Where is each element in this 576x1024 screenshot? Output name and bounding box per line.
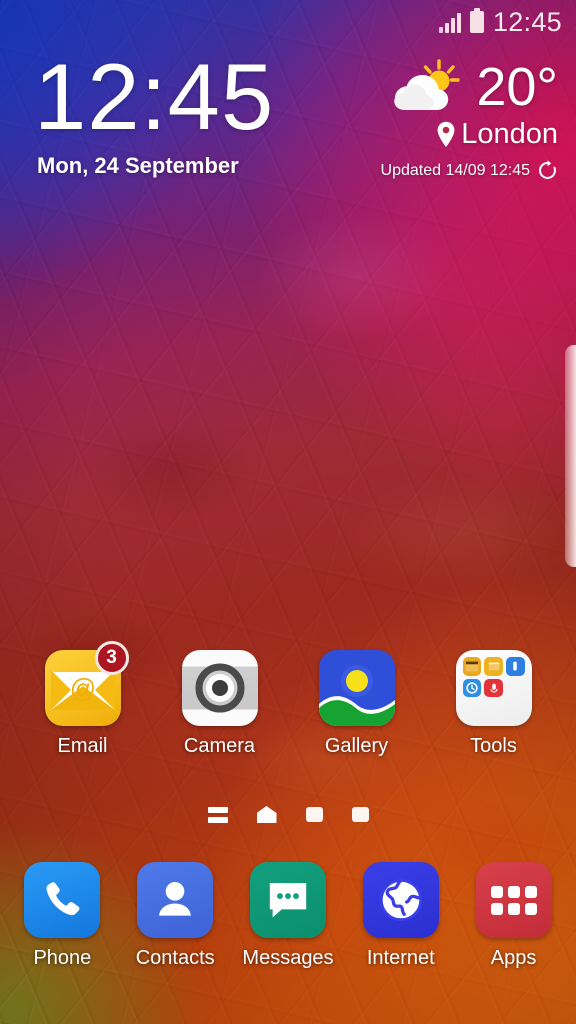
apps-grid-icon [475, 862, 552, 938]
battery-icon [469, 8, 484, 33]
voice-recorder-mini-icon [484, 678, 503, 698]
speech-bubble-icon [249, 862, 326, 938]
person-icon [137, 862, 214, 938]
page-indicator-4[interactable] [351, 807, 369, 822]
svg-text:@: @ [69, 673, 95, 703]
home-page-indicator[interactable] [256, 806, 277, 823]
dock-app-internet[interactable]: Internet [349, 862, 453, 970]
dock-label-contacts: Contacts [135, 947, 215, 969]
status-bar-clock: 12:45 [492, 6, 562, 37]
refresh-icon[interactable] [537, 160, 558, 181]
clock-widget[interactable]: 12:45 Mon, 24 September [34, 44, 275, 179]
page-indicators [0, 806, 576, 823]
email-unread-badge: 3 [94, 641, 129, 675]
briefing-page-indicator[interactable] [207, 806, 228, 823]
signal-bars-icon [438, 11, 461, 33]
dock-app-phone[interactable]: Phone [10, 862, 114, 970]
app-camera[interactable]: Camera [166, 650, 274, 758]
dock-app-contacts[interactable]: Contacts [123, 862, 227, 970]
home-screen: 12:45 12:45 Mon, 24 September 20° London… [0, 0, 576, 1024]
app-gallery[interactable]: Gallery [303, 650, 411, 758]
globe-icon [362, 862, 439, 938]
calendar-mini-icon [462, 657, 482, 676]
app-label-gallery: Gallery [324, 735, 389, 757]
sun-behind-cloud-icon [394, 59, 461, 110]
weather-updated-row: Updated 14/09 12:45 [308, 160, 558, 181]
clock-mini-icon [462, 678, 482, 698]
weather-temperature: 20° [476, 57, 558, 117]
dock-label-internet: Internet [366, 947, 435, 969]
dock-app-apps[interactable]: Apps [462, 862, 566, 970]
app-tools-folder[interactable]: Tools [440, 650, 548, 758]
dock-label-apps: Apps [490, 947, 537, 969]
app-label-tools: Tools [470, 735, 517, 757]
edge-panel-handle[interactable] [565, 345, 576, 567]
weather-main-row: 20° [308, 58, 558, 116]
tools-folder-icon [455, 650, 532, 726]
app-email[interactable]: @ 3 Email [29, 641, 137, 758]
notes-mini-icon [484, 657, 503, 676]
phone-handset-icon [24, 862, 101, 938]
status-bar[interactable]: 12:45 [0, 0, 576, 44]
weather-location-name: London [461, 118, 558, 150]
page-indicator-3[interactable] [305, 807, 323, 822]
weather-updated-text: Updated 14/09 12:45 [380, 161, 530, 179]
dock-label-messages: Messages [242, 947, 334, 969]
flashlight-mini-icon [505, 657, 525, 676]
clock-widget-time: 12:45 [34, 44, 275, 149]
app-label-email: Email [57, 735, 108, 757]
app-label-camera: Camera [183, 735, 256, 757]
map-pin-icon [437, 121, 455, 147]
app-grid: @ 3 Email Camera Gallery Tools [0, 641, 576, 758]
weather-widget[interactable]: 20° London Updated 14/09 12:45 [308, 58, 558, 181]
camera-lens-icon [181, 650, 258, 726]
clock-widget-date: Mon, 24 September [37, 153, 239, 179]
gallery-landscape-icon [318, 650, 395, 726]
dock: Phone Contacts Messages Internet Apps [0, 862, 576, 970]
dock-app-messages[interactable]: Messages [236, 862, 340, 970]
weather-location-row: London [308, 118, 558, 151]
dock-label-phone: Phone [33, 947, 92, 969]
